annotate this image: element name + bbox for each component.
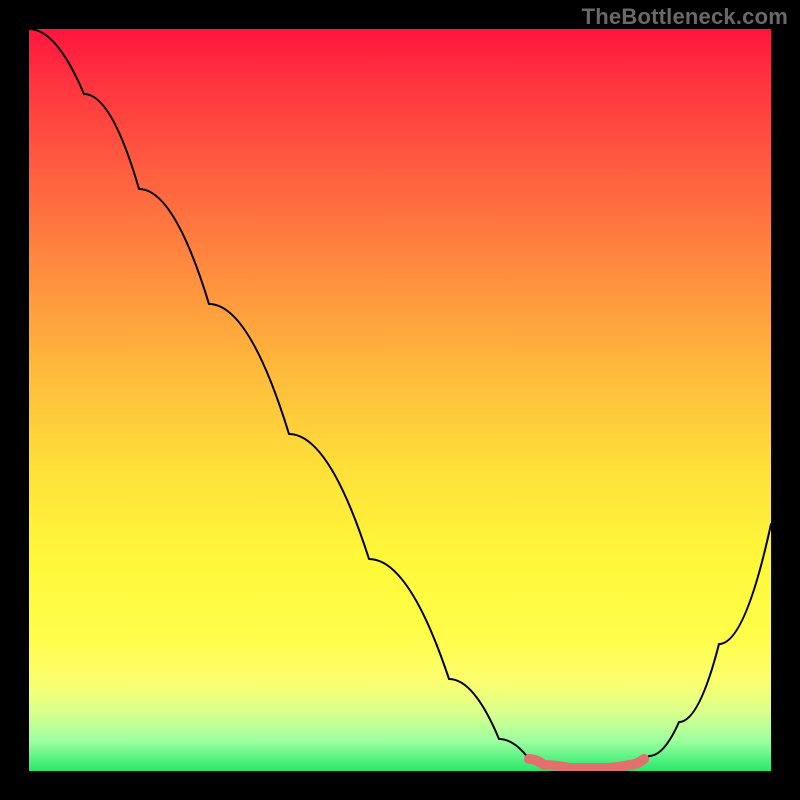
watermark-text: TheBottleneck.com [582, 4, 788, 30]
bottleneck-curve [29, 29, 771, 768]
chart-container: TheBottleneck.com [0, 0, 800, 800]
plot-area [29, 29, 771, 771]
chart-overlay [29, 29, 771, 771]
optimal-highlight [529, 759, 644, 768]
